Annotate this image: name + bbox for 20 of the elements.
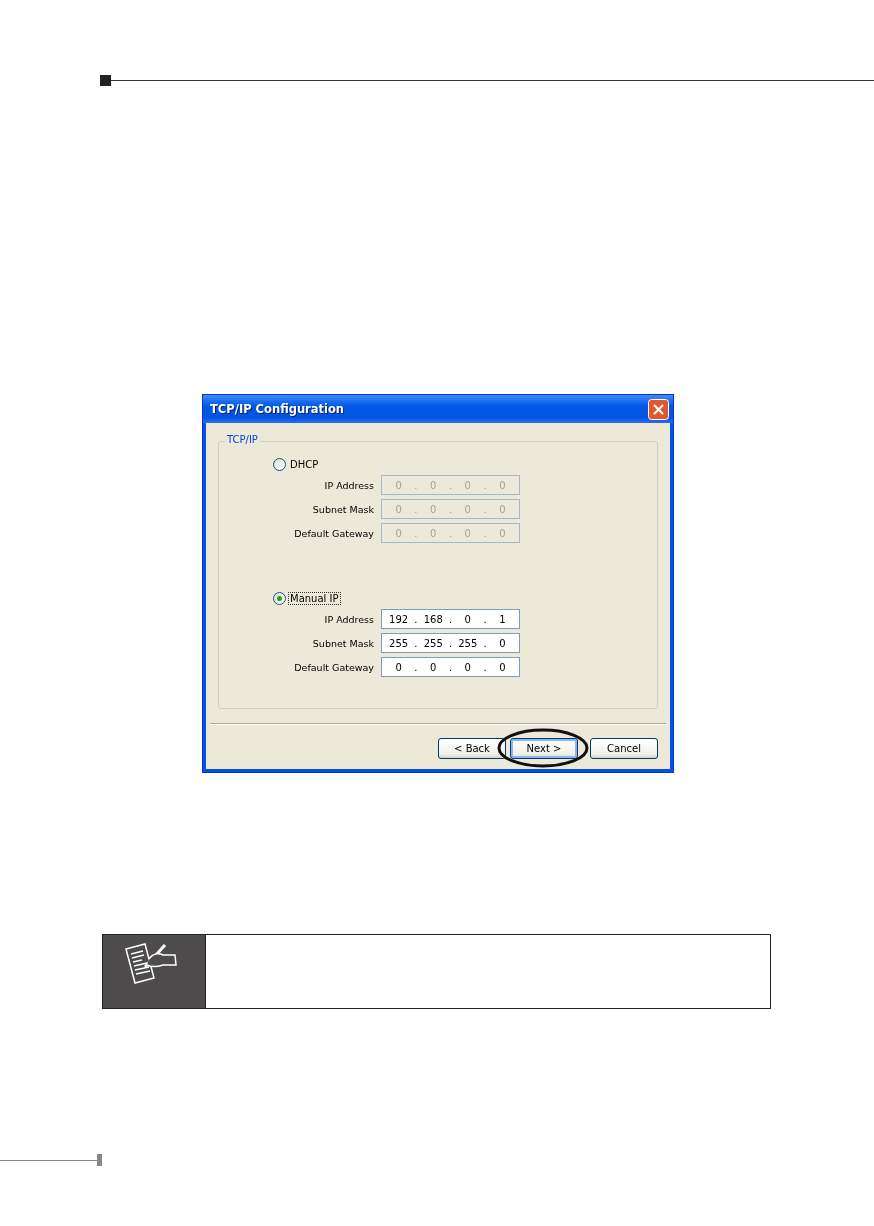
header-square bbox=[100, 75, 111, 86]
radio-label[interactable]: DHCP bbox=[288, 458, 321, 471]
radio-button[interactable] bbox=[273, 592, 286, 605]
window-title: TCP/IP Configuration bbox=[210, 402, 345, 416]
radio-label[interactable]: Manual IP bbox=[288, 592, 341, 605]
radio-button[interactable] bbox=[273, 458, 286, 471]
ip-address-field[interactable]: 255 . 255 . 255 . 0 bbox=[381, 633, 520, 653]
field-label: Default Gateway bbox=[293, 661, 374, 673]
dialog-button[interactable]: < Back bbox=[438, 738, 506, 759]
field-label: Default Gateway bbox=[293, 527, 374, 539]
group-title: TCP/IP bbox=[225, 434, 260, 445]
ip-address-field[interactable]: 0 . 0 . 0 . 0 bbox=[381, 657, 520, 677]
ip-address-field[interactable]: 192 . 168 . 0 . 1 bbox=[381, 609, 520, 629]
field-label: Subnet Mask bbox=[311, 503, 374, 515]
dialog-button[interactable]: Cancel bbox=[590, 738, 658, 759]
close-icon[interactable] bbox=[648, 398, 669, 420]
field-label: IP Address bbox=[323, 613, 374, 625]
dialog-button[interactable]: Next > bbox=[510, 738, 578, 759]
field-label: Subnet Mask bbox=[311, 637, 374, 649]
field-label: IP Address bbox=[323, 479, 374, 491]
